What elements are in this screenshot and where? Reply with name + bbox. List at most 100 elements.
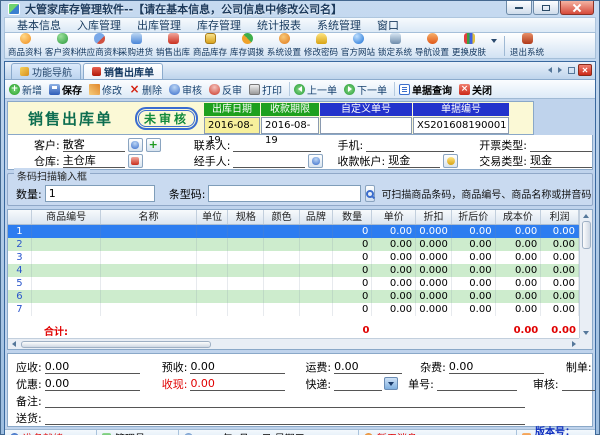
table-row[interactable]: 200.000.0000.000.000.00 — [8, 238, 579, 251]
delivery-field[interactable] — [45, 411, 525, 425]
edit-button[interactable]: 修改 — [89, 82, 122, 97]
table-row[interactable]: 600.000.0000.000.000.00 — [8, 290, 579, 303]
cash-received-field[interactable]: 0.00 — [190, 377, 285, 391]
qty-input[interactable] — [45, 185, 155, 202]
tab-close-button[interactable] — [578, 64, 592, 76]
tab-list-icon[interactable] — [568, 67, 575, 74]
toolbar-exit-system[interactable]: 退出系统 — [509, 33, 546, 58]
tab-scroll-right-icon[interactable] — [558, 67, 562, 73]
table-row[interactable]: 500.000.0000.000.000.00 — [8, 277, 579, 290]
warehouse-lookup-button[interactable] — [128, 154, 143, 168]
save-button[interactable]: 保存 — [49, 82, 82, 97]
horizontal-scrollbar[interactable] — [8, 338, 579, 349]
discount-amount-field[interactable]: 0.00 — [45, 377, 140, 391]
unaudit-button[interactable]: 反审 — [209, 82, 242, 97]
toolbar-change-password[interactable]: 修改密码 — [303, 33, 340, 58]
menu-item-reports[interactable]: 统计报表 — [249, 18, 309, 33]
close-icon — [573, 4, 581, 12]
close-tab-button[interactable]: 关闭 — [459, 82, 492, 97]
table-row[interactable]: 400.000.0000.000.000.00 — [8, 264, 579, 277]
handler-label: 经手人: — [194, 153, 231, 169]
previous-order-button[interactable]: 上一单 — [294, 82, 337, 97]
scroll-right-icon[interactable] — [572, 341, 576, 347]
print-button[interactable]: 打印 — [249, 82, 282, 97]
out-date-field[interactable]: 2016-08-19 — [204, 117, 260, 134]
audit-button[interactable]: 审核 — [169, 82, 202, 97]
scroll-up-icon[interactable] — [583, 214, 589, 218]
toolbar-official-website[interactable]: 官方网站 — [340, 33, 377, 58]
mobile-label: 手机: — [338, 137, 364, 153]
receivable-field[interactable]: 0.00 — [45, 360, 140, 374]
freight-field[interactable]: 0.00 — [334, 360, 402, 374]
customer-add-button[interactable]: + — [146, 138, 161, 152]
tab-sales-outbound-order[interactable]: 销售出库单 — [83, 63, 163, 79]
invoice-type-field[interactable] — [530, 138, 592, 152]
toolbar-lock-system[interactable]: 锁定系统 — [377, 33, 414, 58]
custom-no-field[interactable] — [320, 117, 412, 134]
barcode-input[interactable] — [208, 185, 361, 202]
vertical-scroll-thumb[interactable] — [582, 221, 591, 249]
doc-no-field[interactable]: XS201608190001 — [413, 117, 509, 134]
total-label: 合计: — [8, 323, 102, 338]
close-red-icon — [459, 84, 470, 95]
scroll-down-icon[interactable] — [583, 331, 589, 335]
toolbar-change-skin[interactable]: 更换皮肤 — [451, 33, 488, 58]
maximize-button[interactable] — [533, 1, 559, 15]
vertical-scrollbar[interactable] — [579, 210, 592, 338]
palette-icon — [464, 33, 475, 44]
warehouse-field[interactable]: 主仓库 — [63, 154, 125, 168]
menu-item-system[interactable]: 系统管理 — [309, 18, 369, 33]
remark-field[interactable] — [45, 394, 525, 408]
table-row[interactable]: 700.000.0000.000.000.00 — [8, 303, 579, 316]
tracking-no-field[interactable] — [437, 377, 517, 391]
query-orders-button[interactable]: 单据查询 — [399, 82, 452, 97]
due-date-header: 收款期限 — [261, 103, 319, 116]
next-order-button[interactable]: 下一单 — [344, 82, 387, 97]
account-lookup-button[interactable] — [443, 154, 458, 168]
customer-lookup-button[interactable] — [128, 138, 143, 152]
menu-item-inbound[interactable]: 入库管理 — [69, 18, 129, 33]
customer-field[interactable]: 散客 — [63, 138, 125, 152]
prepaid-field[interactable]: 0.00 — [190, 360, 285, 374]
toolbar-purchase[interactable]: 采购进货 — [118, 33, 155, 58]
menu-item-inventory[interactable]: 库存管理 — [189, 18, 249, 33]
toolbar-product-stock[interactable]: 商品库存 — [192, 33, 229, 58]
menu-item-window[interactable]: 窗口 — [369, 18, 407, 33]
misc-fee-field[interactable]: 0.00 — [449, 360, 544, 374]
payment-account-field[interactable]: 现金 — [388, 154, 440, 168]
out-date-header: 出库日期 — [204, 103, 260, 116]
toolbar-system-settings[interactable]: 系统设置 — [266, 33, 303, 58]
express-dropdown-button[interactable] — [384, 377, 398, 390]
horizontal-scroll-thumb[interactable] — [21, 341, 211, 348]
express-field[interactable] — [334, 377, 382, 391]
toolbar-product-data[interactable]: 商品资料 — [7, 33, 44, 58]
table-row[interactable]: 300.000.0000.000.000.00 — [8, 251, 579, 264]
auditor-field — [562, 377, 595, 391]
toolbar-supplier-data[interactable]: 供应商资料 — [81, 33, 118, 58]
freight-label: 运费: — [305, 359, 331, 375]
delete-button[interactable]: 删除 — [129, 82, 162, 97]
tab-function-navigation[interactable]: 功能导航 — [11, 63, 81, 79]
sales-order-tab-icon — [92, 67, 101, 76]
tab-scroll-left-icon[interactable] — [548, 67, 552, 73]
mobile-field[interactable] — [366, 138, 454, 152]
scroll-left-icon[interactable] — [12, 341, 16, 347]
menu-item-outbound[interactable]: 出库管理 — [129, 18, 189, 33]
toolbar-customer-data[interactable]: 客户资料 — [44, 33, 81, 58]
app-icon — [8, 3, 20, 15]
toolbar-sales-outbound[interactable]: 销售出库 — [155, 33, 192, 58]
toolbar-navigation-settings[interactable]: 导航设置 — [414, 33, 451, 58]
due-date-field[interactable]: 2016-08-19 — [261, 117, 319, 134]
toolbar-stock-transfer[interactable]: 库存调拨 — [229, 33, 266, 58]
menu-item-basic-info[interactable]: 基本信息 — [9, 18, 69, 33]
trade-type-field[interactable]: 现金 — [530, 154, 592, 168]
barcode-search-button[interactable] — [365, 185, 375, 202]
minimize-button[interactable] — [506, 1, 532, 15]
handler-field[interactable] — [233, 154, 305, 168]
exit-icon — [522, 33, 533, 44]
table-row-selected[interactable]: 100.000.0000.000.000.00 — [8, 225, 579, 238]
skin-dropdown-caret-icon[interactable] — [491, 39, 497, 43]
handler-lookup-button[interactable] — [308, 154, 323, 168]
new-button[interactable]: 新增 — [9, 82, 42, 97]
close-button[interactable] — [560, 1, 594, 15]
